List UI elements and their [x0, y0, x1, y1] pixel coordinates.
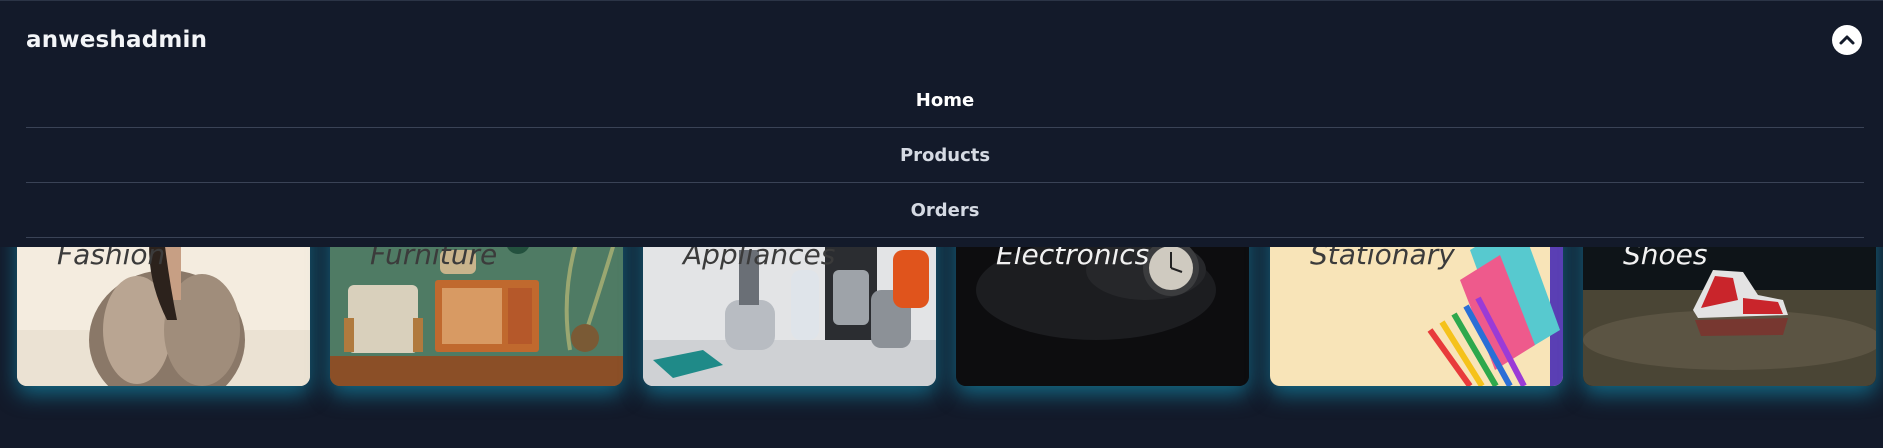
chevron-up-icon [1839, 35, 1855, 45]
menu-toggle-button[interactable] [1832, 25, 1862, 55]
brand-title[interactable]: anweshadmin [26, 27, 207, 53]
nav-item-products[interactable]: Products [26, 128, 1864, 183]
nav-item-orders[interactable]: Orders [26, 183, 1864, 238]
nav-item-home[interactable]: Home [26, 73, 1864, 128]
navbar: anweshadmin Home Products Orders [0, 1, 1883, 247]
nav-menu: Home Products Orders [26, 73, 1864, 238]
